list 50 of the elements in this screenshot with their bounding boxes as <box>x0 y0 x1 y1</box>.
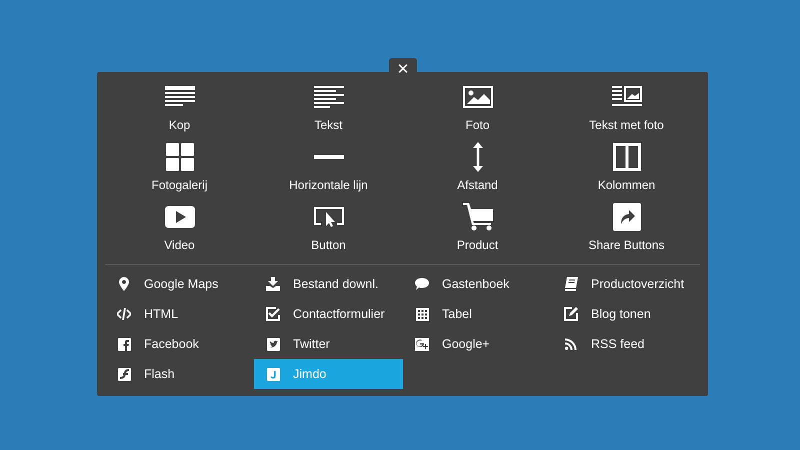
text-image-icon <box>612 86 642 108</box>
cart-icon <box>462 203 492 231</box>
element-tile[interactable]: Share Buttons <box>552 202 701 262</box>
facebook-icon <box>118 338 130 350</box>
widget-item[interactable]: HTML <box>105 299 254 329</box>
element-tile[interactable]: Kolommen <box>552 142 701 202</box>
element-tile[interactable]: Video <box>105 202 254 262</box>
google-plus-icon <box>415 338 429 350</box>
lines-icon <box>164 86 194 108</box>
share-arrow-icon <box>612 203 640 231</box>
widget-item[interactable]: Twitter <box>254 329 403 359</box>
speech-bubble-icon <box>415 278 429 290</box>
widget-item[interactable]: Blog tonen <box>552 299 701 329</box>
element-tile[interactable]: Afstand <box>403 142 552 202</box>
widget-item[interactable]: Flash <box>105 359 254 389</box>
text-icon <box>314 86 344 108</box>
grid-icon <box>166 143 194 171</box>
widget-item[interactable]: RSS feed <box>552 329 701 359</box>
widget-item[interactable]: Gastenboek <box>403 269 552 299</box>
element-tile[interactable]: Button <box>254 202 403 262</box>
element-tile[interactable]: Horizontale lijn <box>254 142 403 202</box>
widget-item[interactable]: Contactformulier <box>254 299 403 329</box>
edit-icon <box>564 307 578 321</box>
cursor-frame-icon <box>314 207 344 227</box>
element-tile[interactable]: Fotogalerij <box>105 142 254 202</box>
widget-item[interactable]: Google Maps <box>105 269 254 299</box>
widget-item[interactable]: Tabel <box>403 299 552 329</box>
book-icon <box>564 277 578 291</box>
element-tile[interactable]: Foto <box>403 82 552 142</box>
element-tile[interactable]: Tekst <box>254 82 403 142</box>
element-tile[interactable]: Product <box>403 202 552 262</box>
widget-item[interactable]: Productoverzicht <box>552 269 701 299</box>
letter-j-icon <box>266 368 280 380</box>
play-icon <box>164 206 194 228</box>
image-icon <box>462 86 492 108</box>
element-tile[interactable]: Tekst met foto <box>552 82 701 142</box>
download-icon <box>266 277 280 291</box>
widget-item[interactable]: Bestand downl. <box>254 269 403 299</box>
element-tile[interactable]: Kop <box>105 82 254 142</box>
pin-icon <box>119 277 129 291</box>
checkbox-icon <box>266 307 280 321</box>
vertical-arrow-icon <box>472 142 482 172</box>
widget-item[interactable]: Facebook <box>105 329 254 359</box>
rss-icon <box>565 338 577 350</box>
columns-icon <box>612 143 640 171</box>
table-icon <box>416 308 428 320</box>
flash-icon <box>118 368 130 380</box>
code-icon <box>117 308 131 320</box>
widget-item[interactable]: Google+ <box>403 329 552 359</box>
bird-icon <box>266 338 280 350</box>
